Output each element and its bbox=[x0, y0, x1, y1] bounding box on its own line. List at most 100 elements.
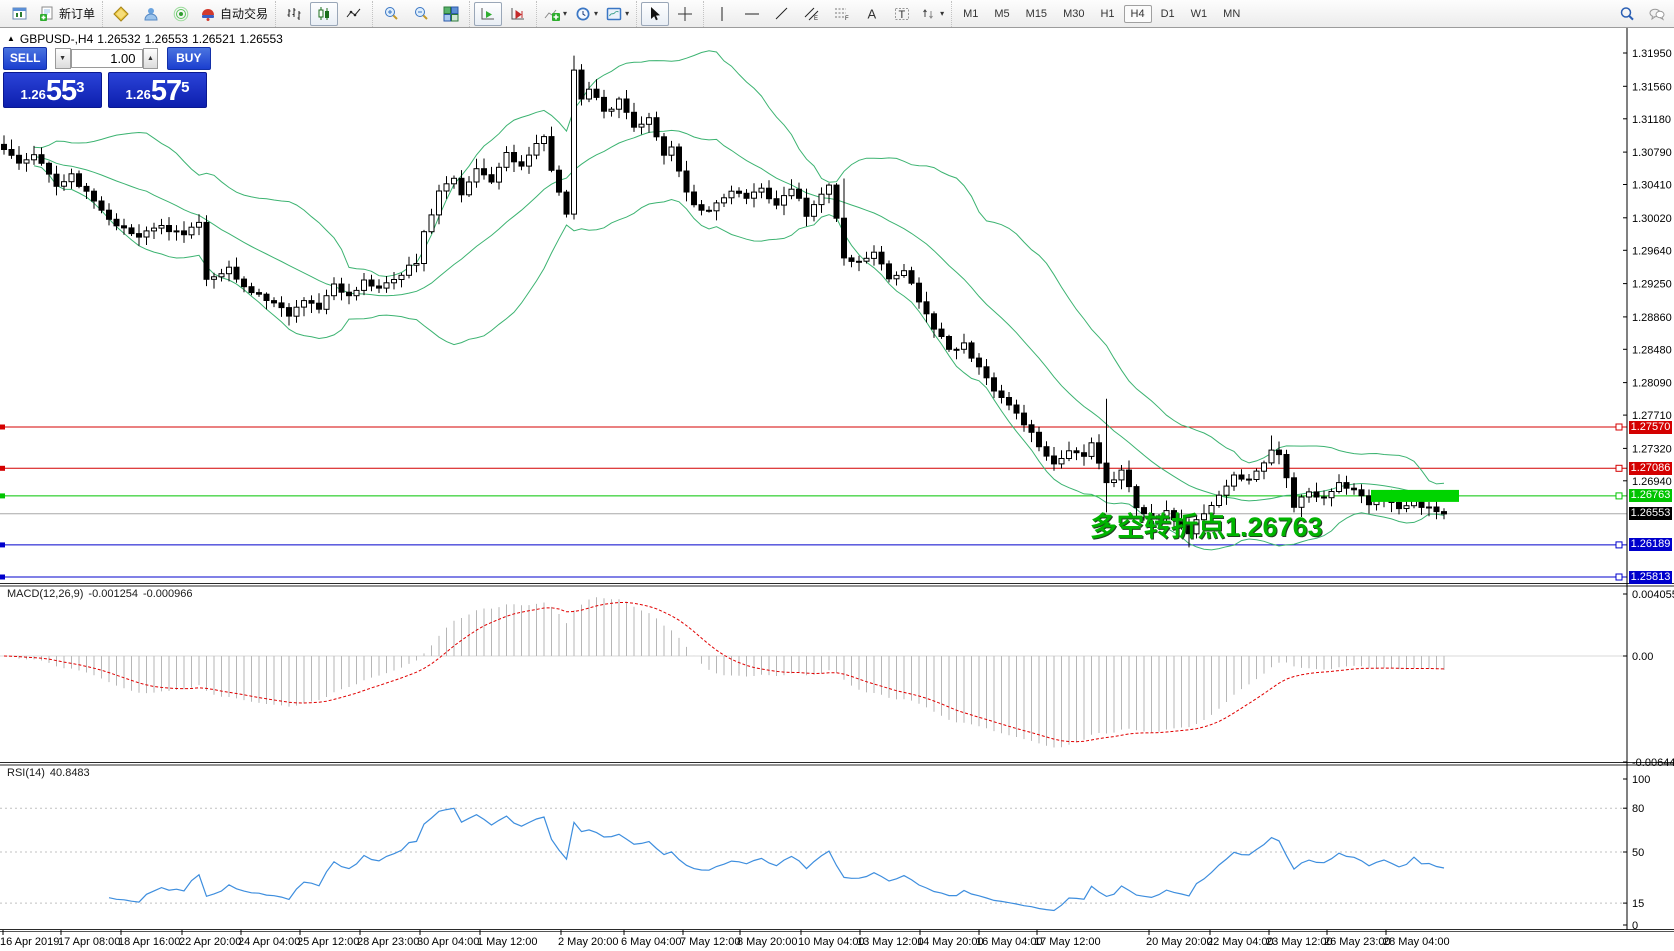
svg-text:A: A bbox=[868, 6, 877, 21]
bar-chart-icon bbox=[286, 6, 302, 22]
label-icon: T bbox=[894, 6, 910, 22]
volume-increase-button[interactable]: ▲ bbox=[143, 48, 159, 69]
toolbar-button-indicators-list[interactable]: ▾ bbox=[541, 2, 570, 26]
toolbar-button-zoom-out[interactable] bbox=[407, 2, 435, 26]
svg-text:15: 15 bbox=[1632, 898, 1644, 910]
timeframe-m5[interactable]: M5 bbox=[987, 5, 1016, 23]
toolbar-button-autotrading[interactable]: 自动交易 bbox=[197, 2, 271, 26]
toolbar-button-horizontal-line[interactable] bbox=[738, 2, 766, 26]
volume-decrease-button[interactable]: ▼ bbox=[55, 48, 71, 69]
toolbar-button-market-depth[interactable] bbox=[137, 2, 165, 26]
svg-text:1.31560: 1.31560 bbox=[1632, 81, 1672, 93]
toolbar-button-fibonacci[interactable]: F bbox=[828, 2, 856, 26]
ohlc-low: 1.26521 bbox=[192, 32, 235, 46]
timeframe-mn[interactable]: MN bbox=[1216, 5, 1247, 23]
toolbar-button-chart-shift[interactable] bbox=[504, 2, 532, 26]
svg-text:30 Apr 04:00: 30 Apr 04:00 bbox=[417, 936, 479, 948]
vline-icon bbox=[714, 6, 730, 22]
toolbar-button-search[interactable] bbox=[1613, 2, 1641, 26]
zoom-out-icon bbox=[413, 6, 429, 22]
ohlc-open: 1.26532 bbox=[97, 32, 140, 46]
svg-text:1.28090: 1.28090 bbox=[1632, 378, 1672, 390]
chart-area[interactable]: 1.319501.315601.311801.307901.304101.300… bbox=[0, 0, 1674, 951]
svg-text:1.30790: 1.30790 bbox=[1632, 147, 1672, 159]
sell-price-pips: 55 bbox=[46, 77, 76, 106]
timeframe-h4[interactable]: H4 bbox=[1124, 5, 1152, 23]
toolbar-button-tile-windows[interactable] bbox=[437, 2, 465, 26]
one-click-trading-panel: SELL ▼ ▲ BUY 1.26553 1.26575 bbox=[3, 47, 211, 108]
toolbar-button-equidistant-channel[interactable]: E bbox=[798, 2, 826, 26]
svg-text:T: T bbox=[899, 9, 906, 21]
symbol-name: GBPUSD-,H4 bbox=[20, 32, 93, 46]
toolbar-button-text-label[interactable]: T bbox=[888, 2, 916, 26]
svg-text:1.26940: 1.26940 bbox=[1632, 476, 1672, 488]
svg-text:80: 80 bbox=[1632, 803, 1644, 815]
toolbar-button-candle-chart[interactable] bbox=[310, 2, 338, 26]
sell-price-tile[interactable]: 1.26553 bbox=[3, 72, 102, 108]
trendline-icon bbox=[774, 6, 790, 22]
svg-text:18 Apr 16:00: 18 Apr 16:00 bbox=[118, 936, 180, 948]
toolbar-button-auto-scroll[interactable] bbox=[474, 2, 502, 26]
buy-button[interactable]: BUY bbox=[167, 47, 211, 70]
svg-text:10 May 04:00: 10 May 04:00 bbox=[798, 936, 865, 948]
svg-text:28 May 04:00: 28 May 04:00 bbox=[1383, 936, 1450, 948]
svg-text:16 Apr 2019: 16 Apr 2019 bbox=[0, 936, 59, 948]
toolbar-button-templates[interactable]: ▾ bbox=[603, 2, 632, 26]
toolbar-button-signals[interactable] bbox=[167, 2, 195, 26]
svg-text:6 May 04:00: 6 May 04:00 bbox=[621, 936, 682, 948]
svg-text:0.004055: 0.004055 bbox=[1632, 589, 1674, 601]
buy-price-pips: 57 bbox=[151, 77, 181, 106]
svg-text:8 May 20:00: 8 May 20:00 bbox=[737, 936, 798, 948]
metaeditor-icon bbox=[113, 6, 129, 22]
toolbar-button-metaeditor[interactable] bbox=[107, 2, 135, 26]
autoscroll-icon bbox=[480, 6, 496, 22]
toolbar: 新订单自动交易▾▾▾EFAT▾M1M5M15M30H1H4D1W1MN bbox=[0, 0, 1674, 28]
buy-price-tile[interactable]: 1.26575 bbox=[108, 72, 207, 108]
toolbar-button-chat[interactable] bbox=[1643, 2, 1671, 26]
toolbar-button-arrows[interactable]: ▾ bbox=[918, 2, 947, 26]
toolbar-button-bar-chart[interactable] bbox=[280, 2, 308, 26]
timeframe-m15[interactable]: M15 bbox=[1019, 5, 1054, 23]
indicators-icon bbox=[544, 6, 560, 22]
candle-chart-icon bbox=[316, 6, 332, 22]
toolbar-button-text[interactable]: A bbox=[858, 2, 886, 26]
svg-text:13 May 12:00: 13 May 12:00 bbox=[857, 936, 924, 948]
timeframe-m30[interactable]: M30 bbox=[1056, 5, 1091, 23]
timeframe-group: M1M5M15M30H1H4D1W1MN bbox=[951, 1, 1251, 27]
svg-text:22 May 04:00: 22 May 04:00 bbox=[1207, 936, 1274, 948]
timeframe-w1[interactable]: W1 bbox=[1184, 5, 1215, 23]
volume-input[interactable] bbox=[71, 49, 143, 68]
new-chart-icon bbox=[12, 6, 28, 22]
timeframe-h1[interactable]: H1 bbox=[1093, 5, 1121, 23]
toolbar-button-periods[interactable]: ▾ bbox=[572, 2, 601, 26]
sell-price-point: 3 bbox=[76, 80, 84, 95]
symbol-info-line: ▲GBPUSD-,H41.265321.265531.265211.26553 bbox=[7, 32, 287, 46]
toolbar-button-new-chart[interactable] bbox=[6, 2, 34, 26]
new-order-icon bbox=[39, 6, 55, 22]
toolbar-button-line-chart[interactable] bbox=[340, 2, 368, 26]
toolbar-button-cursor[interactable] bbox=[641, 2, 669, 26]
timeframe-m1[interactable]: M1 bbox=[956, 5, 985, 23]
toolbar-button-trendline[interactable] bbox=[768, 2, 796, 26]
pivot-annotation-text[interactable]: 多空转折点1.26763 bbox=[1090, 505, 1323, 544]
toolbar-button-zoom-in[interactable] bbox=[377, 2, 405, 26]
svg-text:23 May 12:00: 23 May 12:00 bbox=[1266, 936, 1333, 948]
text-icon: A bbox=[864, 6, 880, 22]
ohlc-high: 1.26553 bbox=[145, 32, 188, 46]
svg-text:100: 100 bbox=[1632, 774, 1650, 786]
toolbar-button-crosshair[interactable] bbox=[671, 2, 699, 26]
svg-text:0: 0 bbox=[1632, 920, 1638, 932]
buy-price-point: 5 bbox=[181, 80, 189, 95]
hline-icon bbox=[744, 6, 760, 22]
svg-text:1 May 12:00: 1 May 12:00 bbox=[477, 936, 538, 948]
timeframe-d1[interactable]: D1 bbox=[1154, 5, 1182, 23]
sell-button[interactable]: SELL bbox=[3, 47, 47, 70]
template-icon bbox=[606, 6, 622, 22]
toolbar-button-vertical-line[interactable] bbox=[708, 2, 736, 26]
zoom-in-icon bbox=[383, 6, 399, 22]
svg-text:1.31950: 1.31950 bbox=[1632, 48, 1672, 60]
collapse-triangle-icon[interactable]: ▲ bbox=[7, 34, 15, 43]
toolbar-button-new-order[interactable]: 新订单 bbox=[36, 2, 98, 26]
svg-text:-0.006442: -0.006442 bbox=[1632, 757, 1674, 769]
rsi-label: RSI(14)40.8483 bbox=[7, 767, 95, 779]
